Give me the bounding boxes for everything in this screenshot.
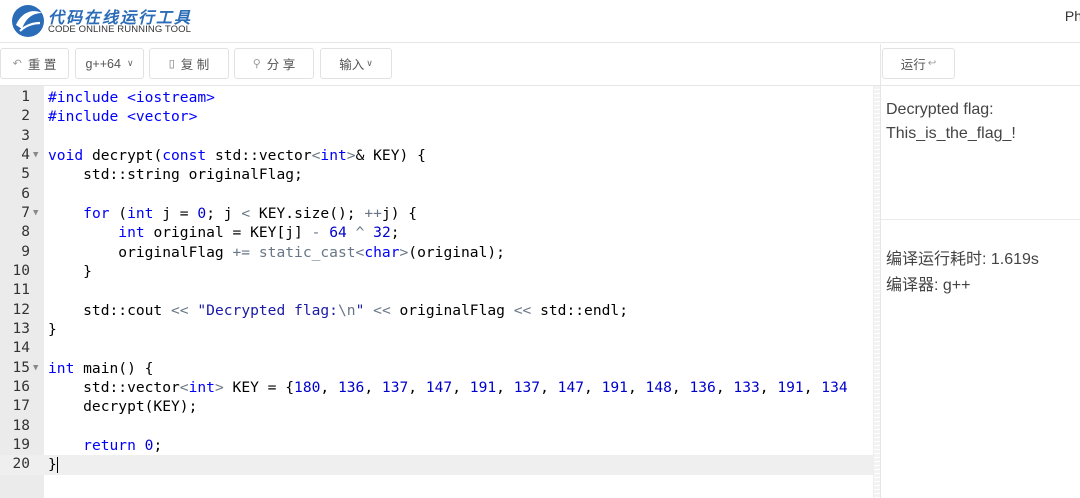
code-line[interactable]: 11 — [0, 281, 880, 300]
code-line[interactable]: 17 decrypt(KEY); — [0, 397, 880, 416]
copy-label: 复 制 — [180, 58, 210, 72]
reset-button[interactable]: ↶ 重 置 — [0, 48, 69, 79]
line-number: 20 — [12, 456, 30, 473]
code-text: void decrypt(const std::vector<int>& KEY… — [48, 146, 426, 164]
reset-label: 重 置 — [27, 58, 57, 72]
fold-toggle-icon[interactable]: ▼ — [33, 204, 38, 223]
line-number: 3 — [21, 127, 30, 144]
code-text: std::cout << "Decrypted flag:\n" << orig… — [48, 301, 628, 319]
run-time: 编译运行耗时: 1.619s — [886, 251, 1039, 268]
line-number: 9 — [21, 243, 30, 260]
line-number: 4 — [21, 146, 30, 163]
code-line[interactable]: 8 int original = KEY[j] - 64 ^ 32; — [0, 223, 880, 242]
code-text: decrypt(KEY); — [48, 398, 198, 416]
output-divider — [881, 219, 1080, 220]
code-line[interactable]: 2 #include <vector> — [0, 107, 880, 126]
code-line[interactable]: 18 — [0, 417, 880, 436]
line-number: 6 — [21, 185, 30, 202]
line-number: 13 — [12, 320, 30, 337]
text-cursor — [56, 457, 58, 474]
code-text: return 0; — [83, 436, 163, 454]
code-line[interactable]: 19 return 0; — [0, 436, 880, 455]
run-info: 编译运行耗时: 1.619s 编译器: g++ — [886, 247, 1039, 299]
code-line[interactable]: 1 #include <iostream> — [0, 88, 880, 107]
output-panel: Decrypted flag: This_is_the_flag_! 编译运行耗… — [881, 86, 1080, 498]
line-number: 17 — [12, 398, 30, 415]
code-text: #include <vector> — [48, 108, 198, 126]
code-line[interactable]: 20} — [0, 455, 880, 475]
line-number: 19 — [12, 436, 30, 453]
line-number: 11 — [12, 282, 30, 299]
code-text: int original = KEY[j] - 64 ^ 32; — [118, 224, 400, 242]
code-line[interactable]: 3 — [0, 127, 880, 146]
copy-button[interactable]: ▯ 复 制 — [149, 48, 229, 79]
code-text: std::string originalFlag; — [48, 166, 303, 184]
line-number: 18 — [12, 417, 30, 434]
share-button[interactable]: ⚲ 分 享 — [234, 48, 314, 79]
code-line[interactable]: 6 — [0, 185, 880, 204]
code-line[interactable]: 12 std::cout << "Decrypted flag:\n" << o… — [0, 301, 880, 320]
code-text: } — [48, 320, 57, 338]
line-number: 1 — [21, 89, 30, 105]
run-label: 运行 — [900, 58, 926, 72]
enter-icon: ↩ — [927, 58, 937, 69]
code-line[interactable]: 7 ▼ for (int j = 0; j < KEY.size(); ++j) … — [0, 204, 880, 223]
code-line[interactable]: 14 — [0, 339, 880, 358]
code-line[interactable]: 15 ▼ int main() { — [0, 359, 880, 378]
code-lines: 1 #include <iostream> 2 #include <vector> 3 4… — [0, 88, 880, 475]
fold-toggle-icon[interactable]: ▼ — [33, 146, 38, 165]
output-line-2: This_is_the_flag_! — [886, 125, 1016, 142]
language-label: g++64 — [85, 56, 121, 71]
code-line[interactable]: 16 std::vector<int> KEY = {180, 136, 137… — [0, 378, 880, 397]
code-text: for (int j = 0; j < KEY.size(); ++j) { — [83, 204, 418, 222]
top-bar: 代码在线运行工具 CODE ONLINE RUNNING TOOL Ph — [0, 0, 1080, 43]
line-number: 2 — [21, 108, 30, 125]
code-text: originalFlag += static_cast<char>(origin… — [48, 243, 505, 261]
code-text: } — [48, 262, 92, 280]
toolbar: ↶ 重 置 g++64 ∨ ▯ 复 制 ⚲ 分 享 输入 ∨ 运行 ↩ — [0, 44, 1080, 86]
line-number: 7 — [21, 204, 30, 221]
line-number: 8 — [21, 224, 30, 241]
language-select[interactable]: g++64 ∨ — [75, 48, 144, 79]
code-line[interactable]: 9 originalFlag += static_cast<char>(orig… — [0, 243, 880, 262]
code-line[interactable]: 4 ▼ void decrypt(const std::vector<int>& K… — [0, 146, 880, 165]
program-output: Decrypted flag: This_is_the_flag_! — [886, 98, 1016, 146]
editor-scrollbar[interactable] — [873, 86, 880, 498]
run-button[interactable]: 运行 ↩ — [882, 48, 955, 79]
line-number: 10 — [12, 262, 30, 279]
code-editor[interactable]: 1 #include <iostream> 2 #include <vector> 3 4… — [0, 86, 880, 498]
top-right-link[interactable]: Ph — [1065, 8, 1080, 24]
line-number: 15 — [12, 359, 30, 376]
compiler-info: 编译器: g++ — [886, 277, 971, 294]
code-text: } — [48, 456, 58, 474]
fold-toggle-icon[interactable]: ▼ — [33, 359, 38, 378]
logo-title-en: CODE ONLINE RUNNING TOOL — [48, 24, 191, 35]
input-button[interactable]: 输入 ∨ — [320, 48, 392, 79]
line-number: 14 — [12, 340, 30, 357]
code-text: #include <iostream> — [48, 89, 215, 106]
chevron-down-icon: ∨ — [126, 58, 134, 68]
code-text: int main() { — [48, 359, 154, 377]
line-number: 16 — [12, 378, 30, 395]
line-number: 5 — [21, 166, 30, 183]
output-line-1: Decrypted flag: — [886, 101, 994, 118]
code-line[interactable]: 13} — [0, 320, 880, 339]
link-icon: ⚲ — [252, 58, 261, 70]
chevron-down-icon: ∨ — [366, 58, 373, 68]
copy-icon: ▯ — [168, 58, 175, 70]
code-line[interactable]: 10 } — [0, 262, 880, 281]
code-text: std::vector<int> KEY = {180, 136, 137, 1… — [48, 378, 848, 396]
undo-icon: ↶ — [12, 58, 22, 70]
input-label: 输入 — [339, 58, 365, 72]
code-line[interactable]: 5 std::string originalFlag; — [0, 165, 880, 184]
logo-icon — [12, 5, 44, 37]
site-logo[interactable]: 代码在线运行工具 CODE ONLINE RUNNING TOOL — [10, 3, 230, 39]
line-number: 12 — [12, 301, 30, 318]
share-label: 分 享 — [266, 58, 296, 72]
